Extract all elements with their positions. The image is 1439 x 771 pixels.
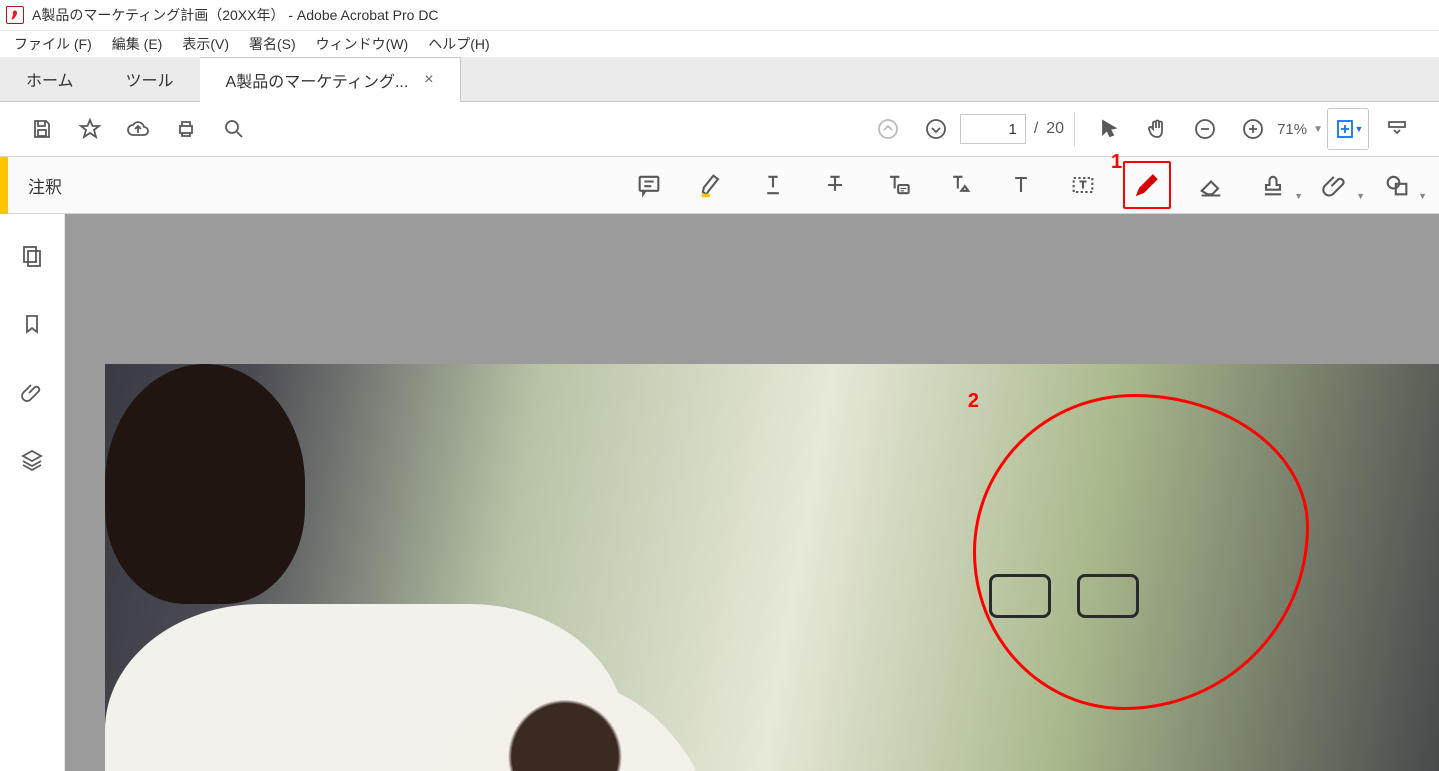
save-icon[interactable] <box>18 105 66 153</box>
callout-1: 1 <box>1111 151 1122 174</box>
sticky-note-icon[interactable] <box>627 163 671 207</box>
strikethrough-icon[interactable] <box>813 163 857 207</box>
tab-strip: ホーム ツール A製品のマーケティング... × <box>0 57 1439 102</box>
menu-window[interactable]: ウィンドウ(W) <box>306 31 419 57</box>
underline-icon[interactable] <box>751 163 795 207</box>
page-down-icon[interactable] <box>912 105 960 153</box>
overflow-icon[interactable] <box>1373 105 1421 153</box>
menu-view[interactable]: 表示(V) <box>172 31 239 57</box>
photo-person <box>105 364 305 604</box>
separator <box>1074 112 1075 146</box>
tab-document-label: A製品のマーケティング... <box>226 68 409 92</box>
text-insert-icon[interactable] <box>937 163 981 207</box>
page-up-icon[interactable] <box>864 105 912 153</box>
tab-close-icon[interactable]: × <box>424 71 433 89</box>
eraser-icon[interactable] <box>1189 163 1233 207</box>
annotation-bar: 注釈 1 ▼ ▼ ▼ <box>0 157 1439 214</box>
chevron-down-icon: ▼ <box>1313 124 1323 135</box>
callout-2: 2 <box>968 390 979 413</box>
annotation-accent <box>0 157 8 214</box>
shapes-icon[interactable]: ▼ <box>1375 163 1419 207</box>
acrobat-logo-icon <box>6 6 24 24</box>
text-tool-icon[interactable] <box>999 163 1043 207</box>
bookmarks-icon[interactable] <box>18 310 46 338</box>
title-bar: A製品のマーケティング計画（20XX年） - Adobe Acrobat Pro… <box>0 0 1439 31</box>
page-number-input[interactable] <box>960 114 1026 144</box>
thumbnails-icon[interactable] <box>18 242 46 270</box>
fit-page-icon[interactable]: ▼ <box>1327 108 1369 150</box>
attachments-icon[interactable] <box>18 378 46 406</box>
star-icon[interactable] <box>66 105 114 153</box>
page-content: 2 <box>105 364 1439 771</box>
tab-document[interactable]: A製品のマーケティング... × <box>200 57 461 102</box>
hand-icon[interactable] <box>1133 105 1181 153</box>
page-total: 20 <box>1046 120 1064 138</box>
window-title: A製品のマーケティング計画（20XX年） - Adobe Acrobat Pro… <box>32 5 439 25</box>
menu-edit[interactable]: 編集 (E) <box>102 31 173 57</box>
search-icon[interactable] <box>210 105 258 153</box>
menu-file[interactable]: ファイル (F) <box>4 31 102 57</box>
document-viewer[interactable]: 2 <box>65 214 1439 771</box>
pencil-draw-icon[interactable]: 1 <box>1123 161 1171 209</box>
zoom-in-icon[interactable] <box>1229 105 1277 153</box>
zoom-value: 71% <box>1277 121 1307 138</box>
attach-icon[interactable]: ▼ <box>1313 163 1357 207</box>
zoom-out-icon[interactable] <box>1181 105 1229 153</box>
tab-tools[interactable]: ツール <box>100 57 200 101</box>
pointer-icon[interactable] <box>1085 105 1133 153</box>
stamp-icon[interactable]: ▼ <box>1251 163 1295 207</box>
main-toolbar: / 20 71% ▼ ▼ <box>0 102 1439 157</box>
work-area: 2 <box>0 214 1439 771</box>
navigation-pane <box>0 214 65 771</box>
zoom-select[interactable]: 71% ▼ <box>1277 121 1323 138</box>
textbox-icon[interactable] <box>1061 163 1105 207</box>
layers-icon[interactable] <box>18 446 46 474</box>
print-icon[interactable] <box>162 105 210 153</box>
cloud-upload-icon[interactable] <box>114 105 162 153</box>
menu-bar: ファイル (F) 編集 (E) 表示(V) 署名(S) ウィンドウ(W) ヘルプ… <box>0 31 1439 57</box>
page-sep: / <box>1034 120 1038 138</box>
menu-help[interactable]: ヘルプ(H) <box>418 31 499 57</box>
page-indicator: / 20 <box>960 114 1064 144</box>
highlight-icon[interactable] <box>689 163 733 207</box>
annotation-label: 注釈 <box>28 173 62 198</box>
menu-sign[interactable]: 署名(S) <box>239 31 306 57</box>
text-comment-icon[interactable] <box>875 163 919 207</box>
tab-home[interactable]: ホーム <box>0 57 100 101</box>
freehand-annotation[interactable] <box>973 394 1309 710</box>
